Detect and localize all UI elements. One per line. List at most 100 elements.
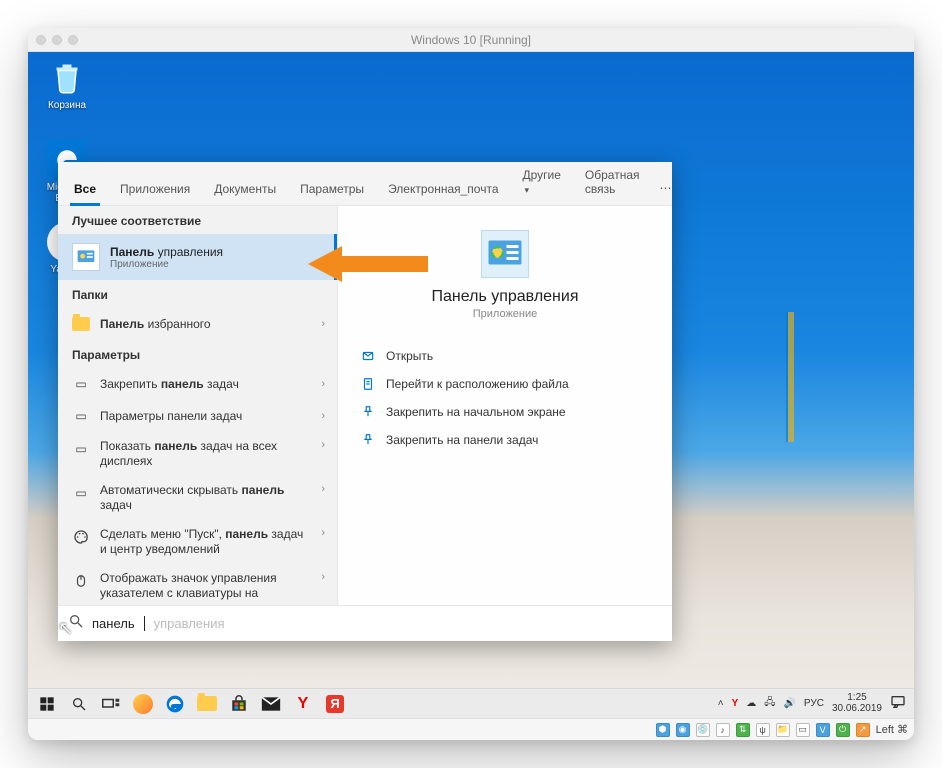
host-titlebar: Windows 10 [Running] [28, 28, 914, 52]
taskbar-search-button[interactable] [64, 691, 94, 717]
tray-language[interactable]: РУС [804, 698, 824, 709]
action-label: Закрепить на начальном экране [386, 405, 566, 419]
section-header-folders: Папки [58, 280, 337, 308]
result-setting[interactable]: ▭ Показать панель задач на всех дисплеях… [58, 432, 337, 476]
vm-status-bar: ⬢ ◉ 💿 ♪ ⇅ ψ 📁 ▭ V ⏻ ↗ Left ⌘ [28, 718, 914, 740]
vm-disk-icon[interactable]: ◉ [676, 723, 690, 737]
tray-onedrive-icon[interactable]: ☁ [746, 698, 756, 709]
vm-recording-icon[interactable]: V [816, 723, 830, 737]
action-open-file-location[interactable]: Перейти к расположению файла [358, 370, 652, 398]
search-input[interactable]: панель управления [58, 605, 672, 641]
search-results-list: Лучшее соответствие Панель управления Пр… [58, 206, 338, 605]
recycle-bin-icon [47, 58, 87, 98]
vm-host-key: Left ⌘ [876, 723, 908, 736]
tab-documents[interactable]: Документы [202, 172, 288, 205]
start-button[interactable] [32, 691, 62, 717]
result-setting[interactable]: ▭ Автоматически скрывать панель задач › [58, 476, 337, 520]
taskbar-app-edge[interactable] [160, 691, 190, 717]
control-panel-large-icon [481, 230, 529, 278]
vm-network-icon[interactable]: ⇅ [736, 723, 750, 737]
taskbar-app-yandex-red[interactable]: Я [320, 691, 350, 717]
chevron-down-icon: ▾ [525, 185, 530, 195]
result-setting-label: Сделать меню "Пуск", панель задач и цент… [100, 527, 311, 557]
best-match-subtitle: Приложение [110, 259, 223, 270]
guest-desktop[interactable]: Корзина Microsoft Edge Y Yandex Все Прил… [28, 52, 914, 718]
action-label: Закрепить на панели задач [386, 433, 538, 447]
action-pin-to-start[interactable]: Закрепить на начальном экране [358, 398, 652, 426]
result-setting[interactable]: ▭ Закрепить панель задач › [58, 368, 337, 400]
tray-clock[interactable]: 1:25 30.06.2019 [832, 693, 882, 714]
start-search-panel: Все Приложения Документы Параметры Элект… [58, 162, 672, 641]
taskbar-icon: ▭ [72, 407, 90, 425]
result-setting-label: Показать панель задач на всех дисплеях [100, 439, 311, 469]
result-folder-label: Панель избранного [100, 317, 311, 332]
control-panel-icon [72, 243, 100, 271]
taskbar-app-mail[interactable] [256, 691, 286, 717]
taskbar-icon: ▭ [72, 440, 90, 458]
result-setting-label: Отображать значок управления указателем … [100, 571, 311, 601]
vm-audio-icon[interactable]: ♪ [716, 723, 730, 737]
action-label: Перейти к расположению файла [386, 377, 569, 391]
tray-volume-icon[interactable]: 🔊 [783, 698, 795, 709]
tab-apps[interactable]: Приложения [108, 172, 202, 205]
pin-start-icon [360, 404, 376, 420]
chevron-right-icon: › [321, 483, 325, 495]
result-setting[interactable]: ▭ Параметры панели задач › [58, 400, 337, 432]
result-best-match[interactable]: Панель управления Приложение [58, 234, 337, 280]
tray-date: 30.06.2019 [832, 704, 882, 715]
action-open[interactable]: Открыть [358, 342, 652, 370]
action-label: Открыть [386, 349, 433, 363]
tray-network-icon[interactable]: 🖧 [764, 695, 775, 712]
tab-all[interactable]: Все [62, 172, 108, 205]
taskbar-app-explorer[interactable] [192, 691, 222, 717]
taskbar-app-yandex-browser[interactable]: Y [288, 691, 318, 717]
action-pin-to-taskbar[interactable]: Закрепить на панели задач [358, 426, 652, 454]
tab-feedback[interactable]: Обратная связь [573, 158, 652, 205]
chevron-right-icon: › [321, 318, 325, 330]
tray-action-center-icon[interactable] [890, 694, 906, 713]
taskbar-app-yandex[interactable] [128, 691, 158, 717]
result-setting[interactable]: Сделать меню "Пуск", панель задач и цент… [58, 520, 337, 564]
detail-title: Панель управления [358, 288, 652, 306]
taskbar-icon: ▭ [72, 484, 90, 502]
pin-taskbar-icon [360, 432, 376, 448]
result-setting-label: Автоматически скрывать панель задач [100, 483, 311, 513]
vm-indicator-icon[interactable]: ⬢ [656, 723, 670, 737]
desktop-icon-recycle-bin[interactable]: Корзина [36, 58, 98, 111]
system-tray[interactable]: ˄ Y ☁ 🖧 🔊 РУС 1:25 30.06.2019 [718, 693, 910, 714]
tab-more[interactable]: Другие ▾ [511, 158, 573, 205]
result-setting-label: Закрепить панель задач [100, 377, 311, 392]
tray-yandex-icon[interactable]: Y [732, 698, 739, 709]
taskbar-icon: ▭ [72, 375, 90, 393]
result-setting-label: Параметры панели задач [100, 409, 311, 424]
host-window: Windows 10 [Running] Корзина Microsoft E… [28, 28, 914, 740]
chevron-right-icon: › [321, 571, 325, 583]
background-window-edge [788, 312, 794, 442]
section-header-settings: Параметры [58, 340, 337, 368]
taskbar-app-store[interactable] [224, 691, 254, 717]
section-header-best-match: Лучшее соответствие [58, 206, 337, 234]
task-view-button[interactable] [96, 691, 126, 717]
search-query-typed: панель [92, 616, 135, 631]
folder-icon [72, 315, 90, 333]
tray-time: 1:25 [832, 693, 882, 704]
vm-display-icon[interactable]: ▭ [796, 723, 810, 737]
best-match-title: Панель управления [110, 245, 223, 259]
vm-shared-folder-icon[interactable]: 📁 [776, 723, 790, 737]
vm-optical-icon[interactable]: 💿 [696, 723, 710, 737]
host-window-title: Windows 10 [Running] [28, 33, 914, 47]
chevron-right-icon: › [321, 378, 325, 390]
vm-mouse-integration-icon[interactable]: ↗ [856, 723, 870, 737]
tray-chevron-up-icon[interactable]: ˄ [718, 698, 724, 709]
tabs-overflow-icon[interactable]: ⋯ [652, 171, 682, 205]
detail-subtitle: Приложение [358, 308, 652, 320]
chevron-right-icon: › [321, 527, 325, 539]
mouse-icon [72, 572, 90, 590]
result-folder[interactable]: Панель избранного › [58, 308, 337, 340]
tab-settings[interactable]: Параметры [288, 172, 376, 205]
vm-power-icon[interactable]: ⏻ [836, 723, 850, 737]
tab-email[interactable]: Электронная_почта [376, 172, 510, 205]
vm-usb-icon[interactable]: ψ [756, 723, 770, 737]
result-setting[interactable]: Отображать значок управления указателем … [58, 564, 337, 605]
chevron-right-icon: › [321, 410, 325, 422]
